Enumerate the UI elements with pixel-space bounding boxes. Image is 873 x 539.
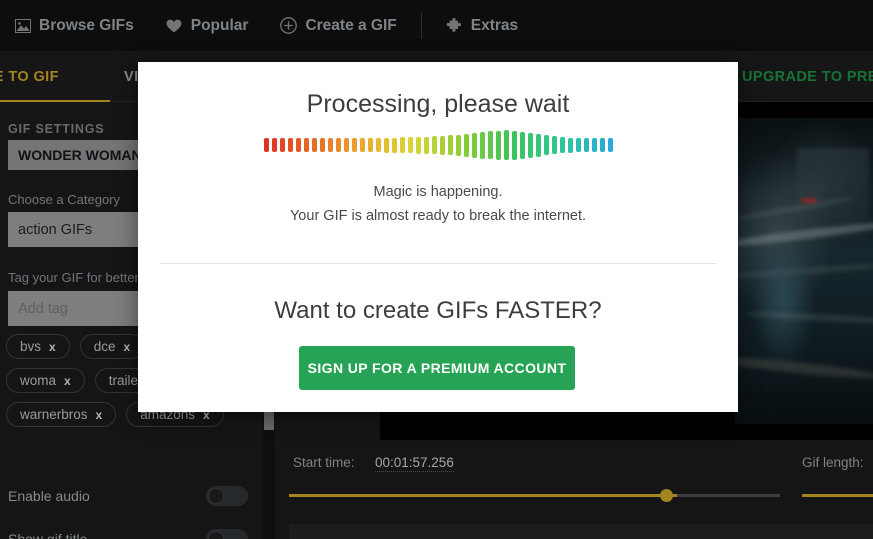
loader-bar [311,138,317,152]
loader-bar [535,133,541,157]
processing-modal: Processing, please wait Magic is happeni… [138,62,738,412]
loader-bar [319,138,325,152]
loader-bar [503,130,509,160]
loader-bar [455,134,461,156]
loader-bar [463,133,469,157]
app-root: Browse GIFs Popular Create a GIF Extras … [0,0,873,539]
modal-subtitle-secondary: Your GIF is almost ready to break the in… [289,208,587,224]
loader-bar [471,132,477,158]
loader-bar [367,138,373,152]
loader-bar [487,131,493,159]
loader-bar [295,138,301,152]
loader-bar [399,137,405,153]
modal-title: Processing, please wait [306,90,570,118]
loader-bar [359,138,365,152]
loader-bar [263,138,269,152]
loader-bar [511,130,517,160]
loader-bar [279,138,285,152]
loader-bar [583,138,589,152]
loader-bar [327,138,333,152]
loader-bar [591,138,597,152]
processing-loader [138,128,738,162]
loader-bar [415,136,421,154]
loader-bar [271,138,277,152]
loader-bar [303,138,309,152]
modal-cta-title: Want to create GIFs FASTER? [274,297,602,324]
loader-bar [607,138,613,152]
loader-bar [527,132,533,158]
loader-bar [575,138,581,152]
loader-bar [599,138,605,152]
loader-bar [543,135,549,155]
loader-bar [551,136,557,154]
loader-bar [383,137,389,153]
loader-bar [431,136,437,154]
loader-bar [519,131,525,159]
loader-bar [335,138,341,152]
loader-bar [447,135,453,155]
loader-bar [391,137,397,153]
loader-bar [439,135,445,155]
loader-bar [479,131,485,159]
modal-divider [160,263,716,264]
loader-bar [343,138,349,152]
sign-up-premium-button[interactable]: SIGN UP FOR A PREMIUM ACCOUNT [299,346,575,390]
loader-bar [375,138,381,152]
loader-bar [423,136,429,154]
loader-bar [351,138,357,152]
loader-bar [407,137,413,153]
loader-bar [287,138,293,152]
loader-bar [567,137,573,153]
modal-subtitle-primary: Magic is happening. [373,184,503,200]
loader-bar [559,137,565,153]
loader-bar [495,130,501,160]
